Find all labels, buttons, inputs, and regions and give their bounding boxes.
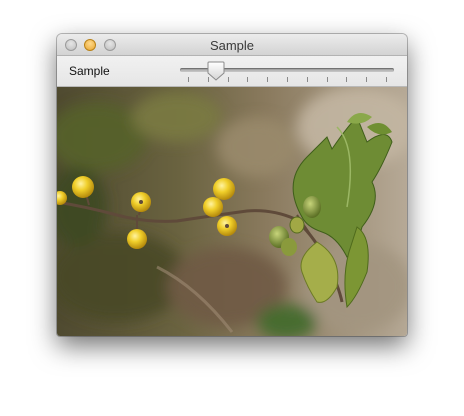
- slider-tick: [366, 77, 368, 82]
- slider-tick: [326, 77, 328, 82]
- slider-tick: [227, 77, 229, 82]
- slider-tick: [346, 77, 348, 82]
- window-title: Sample: [209, 38, 255, 53]
- slider-tick: [247, 77, 249, 82]
- toolbar: Sample: [57, 56, 407, 87]
- title-bar[interactable]: Sample: [57, 34, 407, 56]
- slider-tick: [267, 77, 269, 82]
- slider-tick: [386, 77, 387, 82]
- plant-photo: [57, 87, 407, 336]
- slider-tick: [287, 77, 288, 82]
- slider-tick: [306, 77, 308, 82]
- slider-thumb[interactable]: [207, 61, 225, 81]
- slider-tick: [188, 77, 189, 82]
- toolbar-label: Sample: [69, 64, 110, 78]
- app-window: Sample Sample: [57, 34, 407, 336]
